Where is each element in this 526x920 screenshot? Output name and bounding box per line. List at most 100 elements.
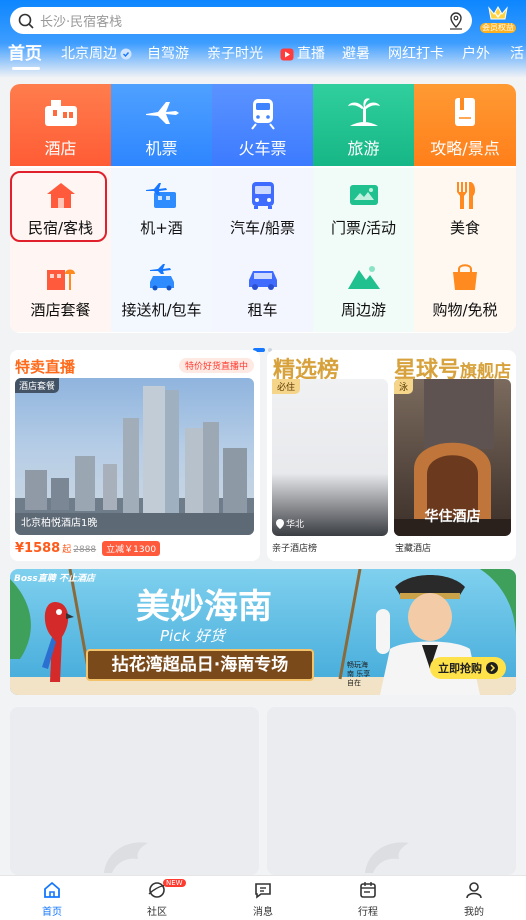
tab-live[interactable]: 直播: [280, 40, 325, 68]
crown-icon: [488, 5, 508, 20]
bottom-nav: 首页 NEW 社区 消息 行程 我的: [0, 875, 526, 920]
member-benefits-button[interactable]: 会员权益: [480, 4, 516, 36]
promo-banner[interactable]: Boss直聘 不止酒店 美妙海南 Pick 好货 拈花湾超品日·海南专场 畅玩海…: [10, 569, 516, 695]
loading-card-right: [267, 707, 516, 875]
live-sale-card[interactable]: 特卖直播 特价好货直播中 酒店套餐 北京柏悦酒店1晚 ¥1588 起 2888 …: [10, 350, 260, 561]
tab-beijing-nearby[interactable]: 北京周边: [61, 40, 132, 68]
train-icon: [250, 99, 275, 130]
grid-item-food[interactable]: 美食: [414, 168, 516, 250]
grid-item-label: 酒店: [44, 139, 77, 158]
live-icon: [280, 48, 294, 60]
grid-item-guide[interactable]: 攻略/景点: [414, 84, 516, 166]
nav-label: 我的: [464, 907, 484, 918]
hotel-package-tag: 酒店套餐: [15, 378, 60, 393]
header: 长沙·民宿客栈 会员权益 首页 北京周边 自驾游 亲子时光 直播 避暑 网红打卡…: [0, 0, 526, 78]
airplane-icon: [145, 102, 179, 124]
nav-messages[interactable]: 消息: [223, 880, 303, 918]
hotel-photo[interactable]: 酒店套餐 北京柏悦酒店1晚: [15, 378, 254, 535]
mountain-icon: [347, 266, 380, 289]
tab-label: 亲子时光: [207, 46, 263, 62]
dolphin-placeholder-icon: [365, 842, 409, 873]
tab-home[interactable]: 首页: [8, 40, 42, 68]
arrow-right-icon: [486, 662, 498, 674]
category-tabs: 首页 北京周边 自驾游 亲子时光 直播 避暑 网红打卡 户外 活: [0, 40, 526, 74]
tab-summer[interactable]: 避暑: [342, 40, 370, 68]
search-placeholder: 长沙·民宿客栈: [40, 15, 123, 30]
nav-community[interactable]: NEW 社区: [117, 879, 197, 918]
parrot-icon: [42, 602, 74, 682]
ticket-icon: [349, 185, 378, 205]
city-skyline-image: [15, 386, 254, 535]
selected-item-highlight: [10, 171, 107, 242]
loading-card-left: [10, 707, 259, 875]
map-pin-icon[interactable]: [448, 11, 464, 30]
service-grid: 酒店 机票 火车票 旅游 攻略/景点 民宿/客栈 机+酒 汽车/船票 门票/活动…: [10, 84, 516, 333]
ranking-image[interactable]: 必住 华北: [272, 379, 388, 536]
grid-item-hotel-package[interactable]: 酒店套餐: [10, 250, 111, 332]
grid-item-label: 美食: [449, 219, 480, 237]
nav-label: 社区: [147, 907, 167, 918]
featured-section: 特卖直播 特价好货直播中 酒店套餐 北京柏悦酒店1晚 ¥1588 起 2888 …: [10, 350, 516, 561]
tab-label: 自驾游: [147, 46, 189, 62]
grid-item-label: 购物/免税: [432, 301, 498, 319]
grid-item-label: 攻略/景点: [430, 139, 500, 158]
grid-item-flight[interactable]: 机票: [111, 84, 212, 166]
buy-now-button[interactable]: 立即抢购: [430, 657, 506, 679]
hotel-icon: [44, 100, 77, 126]
live-sale-title: 特卖直播: [15, 358, 76, 376]
banner-subtitle: Pick 好货: [160, 627, 225, 645]
grid-item-label: 接送机/包车: [121, 301, 202, 319]
member-benefits-label: 会员权益: [480, 23, 516, 33]
grid-item-label: 周边游: [340, 301, 386, 319]
price-suffix: 起: [62, 545, 72, 555]
star-caption[interactable]: 宝藏酒店: [395, 541, 431, 554]
tab-checkin[interactable]: 网红打卡: [388, 40, 444, 68]
live-badge: 特价好货直播中: [178, 358, 254, 373]
car-icon: [248, 271, 277, 290]
bus-icon: [251, 182, 274, 209]
car-plane-icon: [149, 264, 174, 291]
grid-item-nearby-tour[interactable]: 周边游: [313, 250, 414, 332]
nav-home[interactable]: 首页: [12, 880, 92, 918]
tab-label: 北京周边: [61, 46, 117, 62]
tab-self-drive[interactable]: 自驾游: [147, 40, 189, 68]
star-hotel-image[interactable]: 泳 华住酒店: [394, 379, 511, 536]
ranking-location: 华北: [286, 520, 305, 530]
grid-item-travel[interactable]: 旅游: [313, 84, 414, 166]
grid-item-flight-hotel[interactable]: 机+酒: [111, 168, 212, 250]
tab-outdoor[interactable]: 户外: [462, 40, 490, 68]
banner-slogan: 拈花湾超品日·海南专场: [86, 649, 314, 681]
grid-item-label: 酒店套餐: [30, 301, 91, 319]
ranking-caption[interactable]: 亲子酒店榜: [272, 541, 317, 554]
nav-label: 消息: [253, 907, 273, 918]
tab-label: 首页: [8, 44, 42, 64]
banner-brand: Boss直聘 不止酒店: [14, 574, 95, 584]
grid-item-label: 火车票: [238, 139, 287, 158]
grid-item-train[interactable]: 火车票: [212, 84, 313, 166]
nav-profile[interactable]: 我的: [434, 880, 514, 918]
banner-page-indicator: [253, 687, 277, 695]
hotel-package-icon: [46, 269, 75, 290]
active-tab-indicator: [12, 67, 40, 70]
tab-more[interactable]: 活: [510, 40, 524, 68]
grid-item-bus-ferry[interactable]: 汽车/船票: [212, 168, 313, 250]
star-hotel-name: 华住酒店: [424, 509, 481, 525]
check-circle-icon: [120, 48, 132, 60]
grid-item-label: 旅游: [347, 139, 380, 158]
new-badge: NEW: [163, 879, 186, 887]
grid-item-shopping[interactable]: 购物/免税: [414, 250, 516, 332]
hotel-name: 北京柏悦酒店1晚: [21, 518, 98, 529]
banner-stamp: 畅玩海南 乐享自在: [347, 661, 371, 687]
grid-item-tickets[interactable]: 门票/活动: [313, 168, 414, 250]
user-icon: [466, 882, 482, 899]
fork-knife-icon: [457, 182, 476, 209]
nav-label: 行程: [358, 907, 378, 918]
grid-item-hotel[interactable]: 酒店: [10, 84, 111, 166]
nav-itinerary[interactable]: 行程: [328, 880, 408, 918]
grid-item-airport-transfer[interactable]: 接送机/包车: [111, 250, 212, 332]
grid-item-label: 汽车/船票: [229, 219, 296, 237]
grid-item-car-rental[interactable]: 租车: [212, 250, 313, 332]
search-bar[interactable]: 长沙·民宿客栈: [10, 7, 472, 34]
tab-family-time[interactable]: 亲子时光: [207, 40, 263, 68]
tab-label: 直播: [297, 46, 325, 62]
